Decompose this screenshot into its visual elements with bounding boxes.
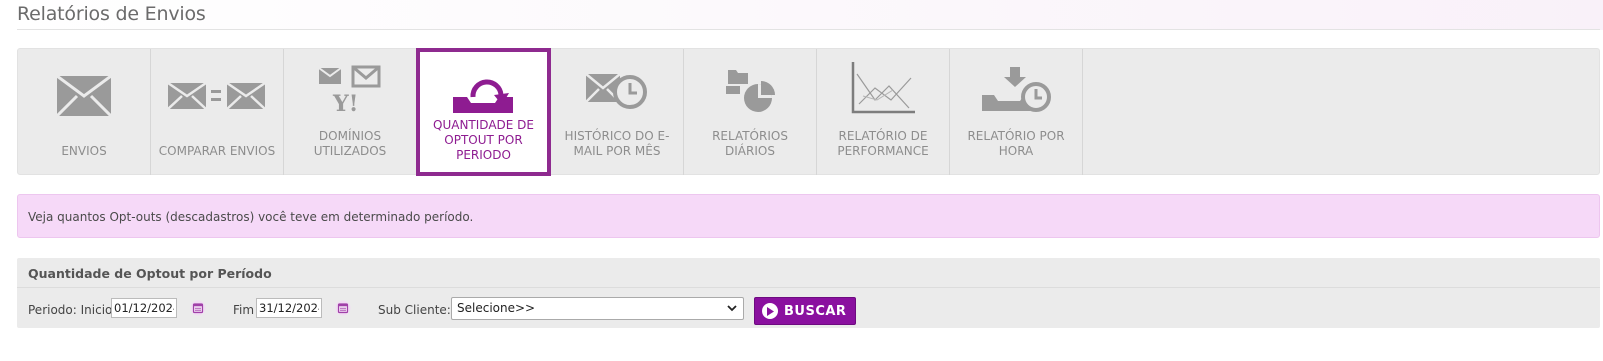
tab-relatorio-performance[interactable]: RELATÓRIO DE PERFORMANCE — [817, 49, 950, 175]
chevron-down-icon — [727, 302, 737, 317]
info-text: Veja quantos Opt-outs (descadastros) voc… — [28, 210, 474, 224]
tab-quantidade-optout[interactable]: QUANTIDADE DE OPTOUT POR PERIODO — [416, 48, 551, 176]
page-title: Relatórios de Envios — [17, 3, 206, 25]
filter-panel: Quantidade de Optout por Período Periodo… — [17, 258, 1600, 328]
tab-historico-email[interactable]: HISTÓRICO DO E-MAIL POR MÊS — [551, 49, 684, 175]
optout-tray-icon — [420, 64, 547, 122]
tab-envios[interactable]: ENVIOS — [18, 49, 151, 175]
email-history-icon — [551, 63, 683, 121]
tab-relatorio-por-hora[interactable]: RELATÓRIO POR HORA — [950, 49, 1083, 175]
tab-comparar-envios[interactable]: COMPARAR ENVIOS — [151, 49, 284, 175]
play-icon — [762, 303, 778, 319]
svg-text:Y!: Y! — [332, 91, 358, 115]
tab-relatorios-diarios[interactable]: RELATÓRIOS DIÁRIOS — [684, 49, 817, 175]
envelope-icon — [18, 67, 150, 125]
subcliente-value: Selecione>> — [457, 301, 536, 315]
report-tabs: ENVIOS COMPARAR ENVIOS Y! DOMÍNIOS UTILI… — [17, 48, 1600, 176]
tab-label: RELATÓRIO DE PERFORMANCE — [837, 129, 929, 158]
tab-label: COMPARAR ENVIOS — [158, 144, 276, 158]
performance-chart-icon — [817, 59, 949, 117]
periodo-label: Periodo: Inicio — [28, 303, 113, 317]
tab-label: HISTÓRICO DO E-MAIL POR MÊS — [564, 129, 670, 158]
tab-label: RELATÓRIO POR HORA — [967, 129, 1065, 158]
tab-label: ENVIOS — [61, 144, 107, 158]
subcliente-label: Sub Cliente: — [378, 303, 451, 317]
inicio-date-input[interactable] — [111, 298, 177, 318]
hourly-report-icon — [950, 61, 1082, 119]
tab-label: DOMÍNIOS UTILIZADOS — [313, 129, 387, 158]
buscar-label: BUSCAR — [784, 303, 847, 319]
info-banner: Veja quantos Opt-outs (descadastros) voc… — [17, 194, 1600, 238]
subcliente-select[interactable]: Selecione>> — [451, 297, 744, 320]
tab-label: QUANTIDADE DE OPTOUT POR PERIODO — [433, 118, 534, 162]
buscar-button[interactable]: BUSCAR — [754, 297, 856, 325]
page-header — [0, 0, 1603, 30]
fim-label: Fim — [233, 303, 255, 317]
title-divider — [17, 29, 1600, 30]
panel-divider — [17, 287, 1600, 288]
tab-label: RELATÓRIOS DIÁRIOS — [712, 129, 788, 158]
compare-envelopes-icon — [151, 67, 283, 125]
tab-dominios-utilizados[interactable]: Y! DOMÍNIOS UTILIZADOS — [284, 49, 417, 175]
panel-title: Quantidade de Optout por Período — [28, 266, 272, 281]
fim-date-input[interactable] — [256, 298, 322, 318]
calendar-icon[interactable] — [190, 300, 206, 316]
calendar-icon[interactable] — [335, 300, 351, 316]
daily-reports-icon — [684, 61, 816, 119]
domains-icon: Y! — [284, 61, 416, 119]
